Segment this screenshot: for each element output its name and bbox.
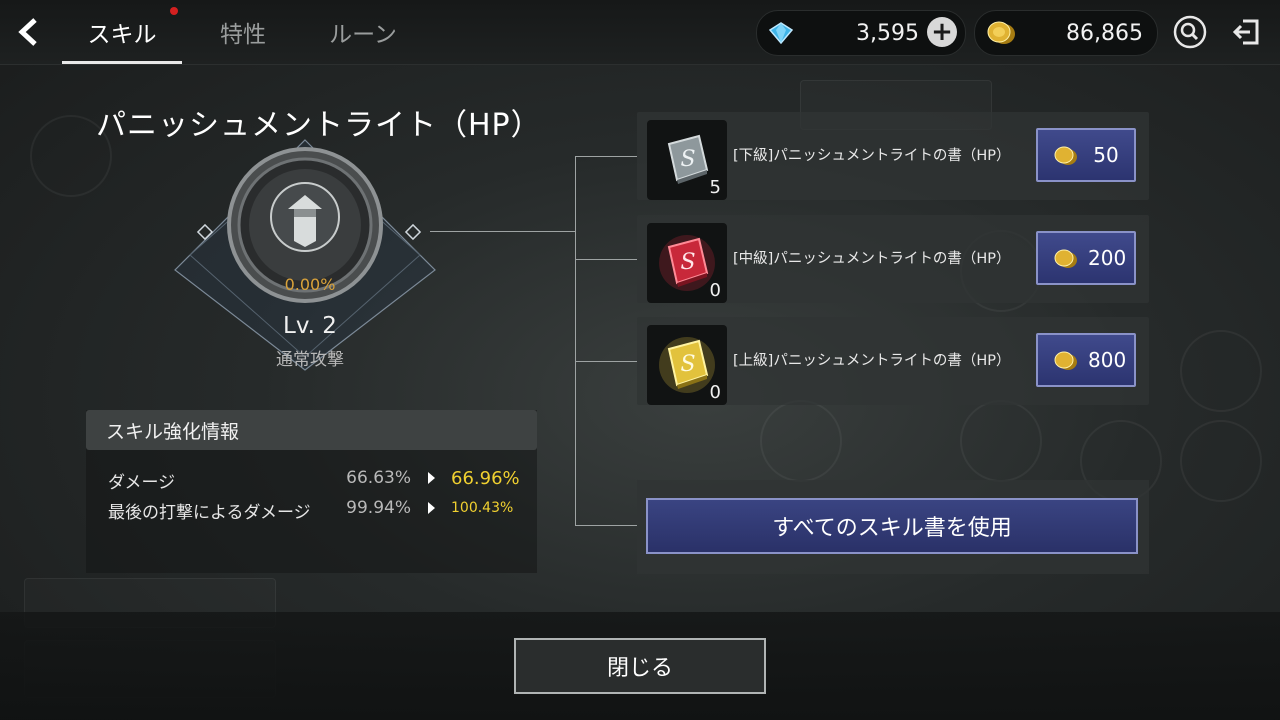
search-button[interactable] (1172, 14, 1208, 50)
svg-text:S: S (680, 352, 695, 377)
top-bar: スキル 特性 ルーン 3,595 + 86,865 (0, 0, 1280, 65)
book-name: [下級]パニッシュメントライトの書（HP） (733, 148, 1011, 164)
info-row-final-hit-damage: 最後の打撃によるダメージ 99.94% 100.43% (86, 498, 537, 523)
arrow-right-icon (428, 502, 435, 514)
back-button[interactable] (10, 12, 50, 52)
tab-skill-label: スキル (87, 22, 157, 48)
tab-traits-label: 特性 (220, 22, 266, 48)
gem-amount: 3,595 (856, 20, 919, 46)
tab-runes[interactable]: ルーン (310, 0, 416, 64)
svg-text:S: S (680, 250, 695, 275)
tab-skill[interactable]: スキル (62, 0, 182, 64)
buy-book-mid-button[interactable]: 200 (1036, 231, 1136, 285)
info-label: 最後の打撃によるダメージ (108, 503, 311, 523)
info-panel-title: スキル強化情報 (106, 420, 240, 443)
info-panel-header: スキル強化情報 (86, 410, 537, 450)
skill-progress-percent: 0.00% (284, 275, 336, 294)
info-next-value: 100.43% (451, 500, 514, 516)
gold-counter: 86,865 (974, 10, 1158, 56)
back-arrow-icon (18, 18, 37, 46)
gold-coin-icon (1054, 249, 1077, 268)
search-icon (1173, 15, 1207, 49)
book-count: 0 (709, 280, 721, 301)
tab-traits[interactable]: 特性 (196, 0, 290, 64)
close-button-label: 閉じる (606, 656, 673, 681)
book-price: 800 (1088, 348, 1127, 372)
book-row-mid: S 0 [中級]パニッシュメントライトの書（HP） 200 (637, 215, 1149, 303)
book-row-high: S 0 [上級]パニッシュメントライトの書（HP） 800 (637, 317, 1149, 405)
gold-amount: 86,865 (1066, 20, 1143, 46)
gold-coin-icon (987, 21, 1015, 44)
gold-coin-icon (1054, 146, 1077, 165)
buy-book-high-button[interactable]: 800 (1036, 333, 1136, 387)
svg-text:S: S (680, 147, 695, 172)
book-icon[interactable]: S 5 (647, 120, 727, 200)
info-label: ダメージ (108, 473, 176, 493)
book-count: 5 (709, 177, 721, 198)
notification-dot (170, 7, 178, 15)
book-price: 200 (1088, 246, 1127, 270)
gem-icon (769, 22, 793, 44)
info-next-value: 66.96% (451, 468, 520, 489)
info-current-value: 99.94% (346, 498, 411, 518)
info-row-damage: ダメージ 66.63% 66.96% (86, 468, 537, 493)
book-icon[interactable]: S 0 (647, 325, 727, 405)
use-all-books-label: すべてのスキル書を使用 (772, 516, 1012, 541)
book-name: [上級]パニッシュメントライトの書（HP） (733, 353, 1011, 369)
use-all-books-button[interactable]: すべてのスキル書を使用 (646, 498, 1138, 554)
skill-enhance-info-panel: スキル強化情報 ダメージ 66.63% 66.96% 最後の打撃によるダメージ … (86, 410, 537, 573)
use-all-panel: すべてのスキル書を使用 (637, 480, 1149, 574)
close-button[interactable]: 閉じる (514, 638, 766, 694)
gold-coin-icon (1054, 351, 1077, 370)
info-current-value: 66.63% (346, 468, 411, 488)
plus-icon: + (931, 17, 953, 47)
buy-book-low-button[interactable]: 50 (1036, 128, 1136, 182)
add-gems-button[interactable]: + (927, 17, 957, 47)
gem-counter: 3,595 + (756, 10, 966, 56)
book-row-low: S 5 [下級]パニッシュメントライトの書（HP） 50 (637, 112, 1149, 200)
exit-button[interactable] (1228, 14, 1264, 50)
book-price: 50 (1093, 143, 1119, 167)
skill-type: 通常攻撃 (276, 350, 344, 370)
exit-icon (1232, 19, 1259, 45)
arrow-right-icon (428, 472, 435, 484)
book-name: [中級]パニッシュメントライトの書（HP） (733, 251, 1011, 267)
skill-level: Lv. 2 (283, 313, 337, 339)
book-icon[interactable]: S 0 (647, 223, 727, 303)
tab-runes-label: ルーン (329, 22, 397, 48)
book-count: 0 (709, 382, 721, 403)
